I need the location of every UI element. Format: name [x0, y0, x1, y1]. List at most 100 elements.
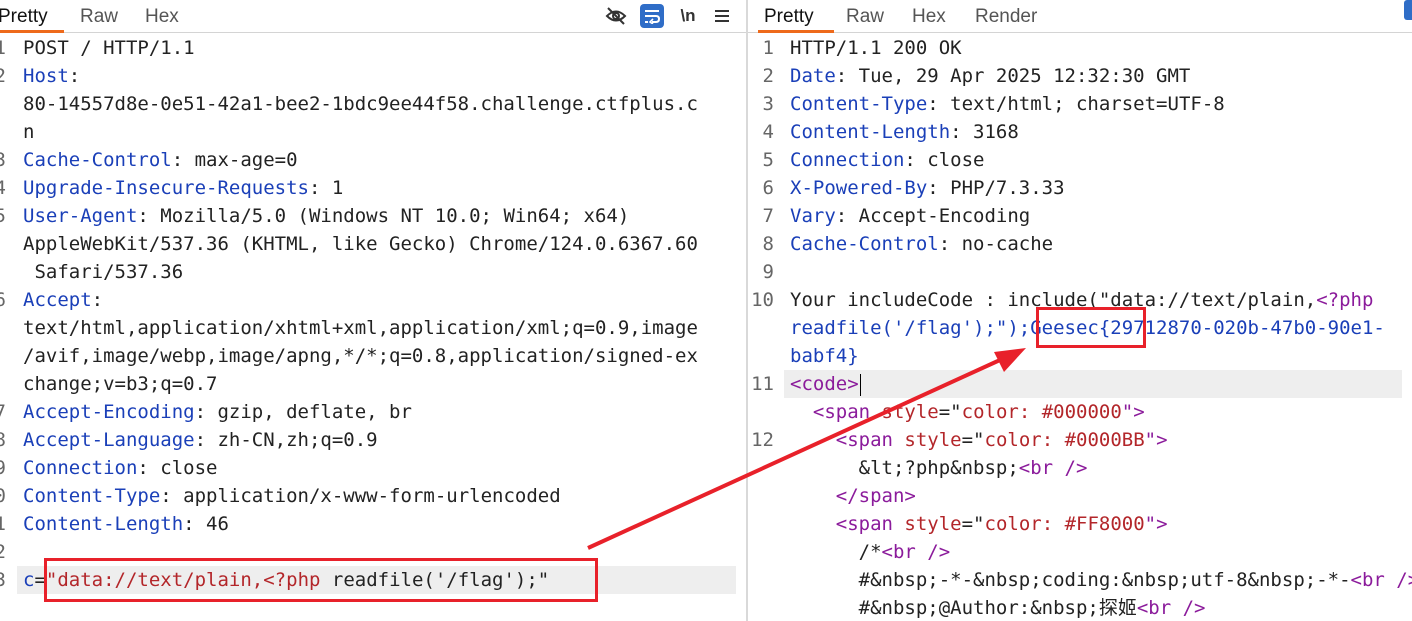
code-token: c	[23, 569, 35, 591]
code-line: /*<br />	[790, 538, 951, 566]
code-token: ">	[1144, 429, 1168, 451]
code-token: <span	[835, 513, 905, 535]
code-line: </span>	[790, 482, 916, 510]
line-number: 5	[762, 149, 774, 171]
code-token: : gzip, deflate, br	[194, 401, 412, 423]
code-token: : PHP/7.3.33	[927, 177, 1065, 199]
code-token: text/html,application/xhtml+xml,applicat…	[23, 317, 698, 339]
code-token: ">	[1121, 401, 1145, 423]
line-number: 3	[762, 93, 774, 115]
code-token: #&nbsp;@Author:&nbsp;探姬	[790, 597, 1137, 619]
newline-toggle[interactable]: \n	[676, 4, 700, 28]
code-token: Date	[790, 65, 836, 87]
code-line: /avif,image/webp,image/apng,*/*;q=0.8,ap…	[23, 342, 698, 370]
line-number: 11	[751, 373, 774, 395]
code-line: HTTP/1.1 200 OK	[790, 34, 962, 62]
tab-response-render[interactable]: Render	[975, 6, 1037, 28]
code-token: <br />	[1018, 457, 1088, 479]
code-line: Cache-Control: no-cache	[790, 230, 1053, 258]
code-line: POST / HTTP/1.1	[23, 34, 195, 62]
code-line: Vary: Accept-Encoding	[790, 202, 1030, 230]
tab-response-pretty[interactable]: Pretty	[764, 6, 814, 28]
tab-request-raw[interactable]: Raw	[80, 6, 118, 28]
code-token: <br />	[881, 541, 951, 563]
wrap-icon[interactable]	[640, 4, 664, 28]
code-token: Vary	[790, 205, 836, 227]
code-token: <br />	[1350, 569, 1412, 591]
request-editor[interactable]: 1 POST / HTTP/1.1 2 Host: 80-14557d8e-0e51-4…	[0, 33, 746, 621]
code-token: <span	[835, 429, 905, 451]
line-number: 2	[0, 65, 6, 87]
code-token: Content-Type	[23, 485, 161, 507]
flag-highlight-box	[1036, 307, 1146, 348]
code-token: :	[68, 65, 81, 87]
code-token: : max-age=0	[171, 149, 298, 171]
code-token: AppleWebKit/537.36 (KHTML, like Gecko) C…	[23, 233, 698, 255]
code-token: color: #0000BB	[984, 429, 1145, 451]
code-line: Accept-Encoding: gzip, deflate, br	[23, 398, 412, 426]
tab-response-raw[interactable]: Raw	[846, 6, 884, 28]
code-line: babf4}	[790, 342, 859, 370]
code-token: : zh-CN,zh;q=0.9	[194, 429, 378, 451]
line-number: 7	[762, 205, 774, 227]
code-token: </span>	[835, 485, 916, 507]
request-tabbar: Pretty Raw Hex \n	[0, 0, 746, 33]
code-token: style	[904, 513, 962, 535]
code-line: Connection: close	[23, 454, 217, 482]
code-token: n	[23, 121, 35, 143]
code-token: X-Powered-By	[790, 177, 928, 199]
code-token: ="	[961, 429, 985, 451]
code-token: <span	[812, 401, 882, 423]
code-token: Safari/537.36	[23, 261, 184, 283]
code-token: Cache-Control	[23, 149, 172, 171]
line-number: 0	[0, 485, 6, 507]
code-token: : close	[137, 457, 218, 479]
code-token: style	[881, 401, 939, 423]
line-number: 4	[762, 121, 774, 143]
code-line: change;v=b3;q=0.7	[23, 370, 217, 398]
tab-request-pretty[interactable]: Pretty	[0, 6, 48, 28]
code-token: ="	[961, 513, 985, 535]
tab-request-hex[interactable]: Hex	[145, 6, 179, 28]
code-token: Accept	[23, 289, 92, 311]
code-line: text/html,application/xhtml+xml,applicat…	[23, 314, 698, 342]
code-line: &lt;?php&nbsp;<br />	[790, 454, 1088, 482]
line-number: 8	[762, 233, 774, 255]
code-token: POST / HTTP/1.1	[23, 37, 195, 59]
code-token: : application/x-www-form-urlencoded	[160, 485, 561, 507]
code-line: n	[23, 118, 34, 146]
code-line: X-Powered-By: PHP/7.3.33	[790, 174, 1065, 202]
toolbar-button-edge[interactable]	[1404, 0, 1412, 20]
code-token: HTTP/1.1 200 OK	[790, 37, 962, 59]
eye-off-icon[interactable]	[604, 4, 628, 28]
code-line: Content-Type: application/x-www-form-url…	[23, 482, 561, 510]
code-token: color: #FF8000	[984, 513, 1145, 535]
code-line: <span style="color: #FF8000">	[790, 510, 1168, 538]
code-line: AppleWebKit/537.36 (KHTML, like Gecko) C…	[23, 230, 698, 258]
code-line: <span style="color: #000000">	[790, 398, 1145, 426]
code-line: Accept-Language: zh-CN,zh;q=0.9	[23, 426, 378, 454]
line-number: 2	[0, 541, 6, 563]
request-pane: Pretty Raw Hex \n 1 POST / HTTP/1.1 2 Ho…	[0, 0, 746, 621]
line-number: 1	[0, 37, 6, 59]
line-number: 1	[0, 513, 6, 535]
line-number: 6	[0, 289, 6, 311]
code-token: change;v=b3;q=0.7	[23, 373, 218, 395]
code-token: : close	[904, 149, 985, 171]
line-number: 1	[762, 37, 774, 59]
code-line: Safari/537.36	[23, 258, 183, 286]
code-token: : Accept-Encoding	[835, 205, 1031, 227]
line-number: 4	[0, 177, 6, 199]
response-tabbar: Pretty Raw Hex Render	[748, 0, 1412, 33]
tab-response-hex[interactable]: Hex	[912, 6, 946, 28]
current-line-highlight	[784, 370, 1402, 398]
line-number: 2	[762, 65, 774, 87]
hamburger-icon[interactable]	[710, 4, 734, 28]
code-token: Host	[23, 65, 69, 87]
code-token: <br />	[1136, 597, 1206, 619]
code-token: Accept-Encoding	[23, 401, 195, 423]
line-number: 5	[0, 205, 6, 227]
